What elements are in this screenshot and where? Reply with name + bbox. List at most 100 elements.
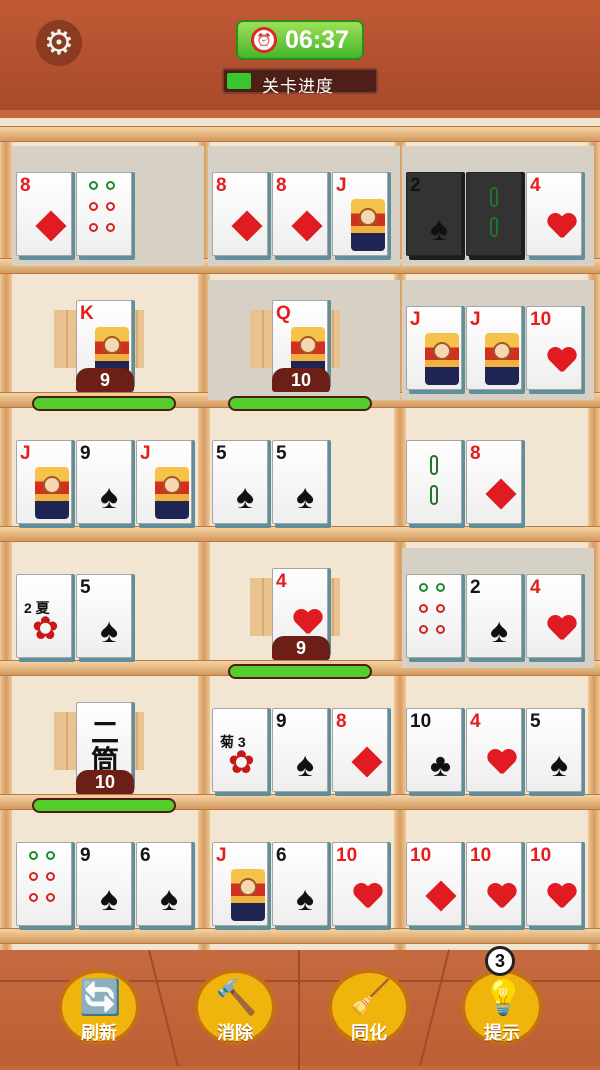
game-tile[interactable]: 9 ♠ — [76, 440, 132, 524]
game-tile[interactable]: 8 — [16, 172, 72, 256]
spade-suit-icon: ♠ — [152, 877, 182, 916]
diamond-shape — [351, 746, 383, 778]
heart-suit-icon — [542, 207, 572, 237]
top-bar: ⚙ ⏰ 06:37 关卡进度 — [0, 0, 600, 110]
game-tile[interactable]: 菊 3 ✿ — [212, 708, 268, 792]
game-tile[interactable]: 10 ♣ — [406, 708, 462, 792]
diamond-shape — [231, 210, 263, 242]
tile-rank-label: 9 — [80, 443, 91, 464]
floor-plank-line — [419, 949, 450, 1067]
game-tile[interactable]: 8 — [212, 172, 268, 256]
diamond-shape — [485, 478, 517, 510]
heart-shape — [547, 348, 577, 374]
assimilate-label: 同化 — [351, 1023, 387, 1043]
game-tile[interactable]: 5 ♠ — [526, 708, 582, 792]
game-tile[interactable]: 10 — [406, 842, 462, 926]
game-tile[interactable]: 10 — [332, 842, 388, 926]
tile-rank-label: 8 — [276, 175, 287, 196]
game-tile[interactable]: 4 — [526, 172, 582, 256]
game-tile[interactable]: J — [466, 306, 522, 390]
game-tile[interactable]: 4 — [526, 574, 582, 658]
mahjong-dot-icon — [29, 851, 38, 860]
timer-text: 06:37 — [285, 25, 349, 54]
game-tile[interactable] — [466, 172, 522, 256]
assimilate-button[interactable]: 🧹 同化 — [328, 969, 410, 1045]
bamboo-icon — [430, 455, 438, 475]
face-card-portrait — [425, 333, 459, 385]
game-tile[interactable]: J — [16, 440, 72, 524]
flower-icon: ✿ — [32, 610, 59, 646]
spade-shape: ♠ — [550, 746, 569, 784]
game-tile[interactable]: 5 ♠ — [272, 440, 328, 524]
game-tile[interactable]: 10 — [466, 842, 522, 926]
face-card-portrait — [155, 467, 189, 519]
game-tile[interactable] — [406, 574, 462, 658]
refresh-button[interactable]: 🔄 刷新 — [58, 969, 140, 1045]
game-tile[interactable]: 8 — [272, 172, 328, 256]
game-tile[interactable]: 10 — [526, 842, 582, 926]
tile-rank-label: 2 — [410, 175, 421, 196]
diamond-suit-icon — [228, 207, 263, 242]
hammer-icon: 🔨 — [215, 979, 258, 1017]
game-tile[interactable]: 2 ♠ — [406, 172, 462, 256]
remove-label: 消除 — [217, 1023, 253, 1043]
mahjong-dot-icon — [29, 893, 38, 902]
diamond-suit-icon — [422, 877, 457, 912]
stack-progress-bar — [228, 396, 372, 411]
hint-button[interactable]: 💡 提示 — [461, 969, 543, 1045]
tile-rank-label: 4 — [470, 711, 481, 732]
game-tile[interactable] — [406, 440, 462, 524]
game-tile[interactable]: 9 ♠ — [76, 842, 132, 926]
tile-rank-label: J — [140, 443, 151, 464]
face-card-portrait — [351, 199, 385, 251]
spade-shape: ♠ — [296, 880, 315, 918]
game-tile[interactable]: 5 ♠ — [212, 440, 268, 524]
spade-dark-suit-icon: ♠ — [422, 207, 452, 246]
game-tile[interactable]: 2 夏 ✿ — [16, 574, 72, 658]
spade-suit-icon: ♠ — [288, 743, 318, 782]
tile-rank-label: J — [216, 845, 227, 866]
club-suit-icon: ♣ — [422, 743, 452, 781]
face-card-portrait — [35, 467, 69, 519]
heart-shape — [547, 214, 577, 240]
diamond-shape — [291, 210, 323, 242]
game-tile[interactable]: J — [212, 842, 268, 926]
refresh-label: 刷新 — [81, 1023, 117, 1043]
game-tile[interactable]: 10 — [526, 306, 582, 390]
alarm-clock-icon: ⏰ — [251, 27, 278, 53]
game-tile[interactable]: 6 ♠ — [136, 842, 192, 926]
mahjong-dot-icon — [89, 181, 98, 190]
diamond-suit-icon — [482, 475, 517, 510]
remove-button[interactable]: 🔨 消除 — [194, 969, 276, 1045]
face-card-portrait — [231, 869, 265, 921]
hint-count-badge: 3 — [485, 946, 515, 976]
game-tile[interactable]: 5 ♠ — [76, 574, 132, 658]
game-tile[interactable]: 6 ♠ — [272, 842, 328, 926]
game-tile[interactable]: 9 ♠ — [272, 708, 328, 792]
tile-rank-label: 10 — [336, 845, 358, 866]
game-tile[interactable]: J — [406, 306, 462, 390]
flower-icon: ✿ — [228, 744, 255, 780]
game-tile[interactable]: J — [136, 440, 192, 524]
stack-progress-bar — [32, 396, 176, 411]
mahjong-dot-icon — [89, 223, 98, 232]
level-progress-fill — [227, 73, 251, 89]
heart-suit-icon — [482, 877, 512, 907]
mahjong-dot-icon — [29, 872, 38, 881]
game-tile[interactable]: 4 — [466, 708, 522, 792]
mahjong-dot-icon — [436, 604, 445, 613]
spade-shape: ♠ — [160, 880, 179, 918]
spade-suit-icon: ♠ — [288, 475, 318, 514]
game-tile[interactable] — [16, 842, 72, 926]
gear-icon[interactable]: ⚙ — [36, 20, 82, 66]
tile-rank-label: 5 — [530, 711, 541, 732]
spade-suit-icon: ♠ — [92, 475, 122, 514]
tile-rank-label: 10 — [530, 309, 552, 330]
game-tile[interactable]: J — [332, 172, 388, 256]
heart-suit-icon — [542, 341, 572, 371]
game-tile[interactable] — [76, 172, 132, 256]
game-tile[interactable]: 8 — [332, 708, 388, 792]
timer-badge: ⏰ 06:37 — [236, 20, 364, 60]
game-tile[interactable]: 8 — [466, 440, 522, 524]
game-tile[interactable]: 2 ♠ — [466, 574, 522, 658]
